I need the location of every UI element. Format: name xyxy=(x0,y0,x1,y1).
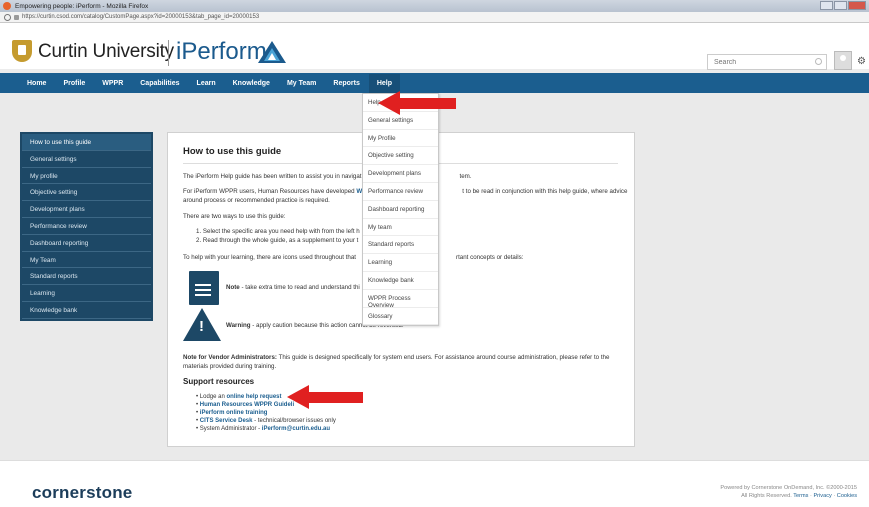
privacy-link[interactable]: Privacy xyxy=(813,493,831,499)
page-title: How to use this guide xyxy=(183,146,282,157)
search-icon[interactable] xyxy=(815,58,822,65)
warning-exclamation-icon: ! xyxy=(199,318,204,335)
sidebar-item-learning[interactable]: Learning xyxy=(22,285,151,302)
sidebar-item-my-profile[interactable]: My profile xyxy=(22,168,151,185)
nav-help[interactable]: Help xyxy=(368,73,401,93)
support-item: • System Administrator - iPerform@curtin… xyxy=(196,426,330,432)
cornerstone-logo[interactable]: cornerstone xyxy=(32,483,132,503)
note-legend: Note - take extra time to read and under… xyxy=(226,284,360,291)
way-1: 1. Select the specific area you need hel… xyxy=(196,228,360,235)
info-icon[interactable] xyxy=(4,13,11,21)
support-heading: Support resources xyxy=(183,377,255,386)
main-nav: Home Profile WPPR Capabilities Learn Kno… xyxy=(0,73,869,93)
university-name[interactable]: Curtin University xyxy=(38,41,174,63)
menu-item-development-plans[interactable]: Development plans xyxy=(363,165,438,183)
note-document-icon xyxy=(189,271,219,305)
search-input[interactable] xyxy=(707,54,827,70)
terms-link[interactable]: Terms xyxy=(793,493,808,499)
window-title: Empowering people: iPerform - Mozilla Fi… xyxy=(15,2,149,10)
sidebar-item-knowledge-bank[interactable]: Knowledge bank xyxy=(22,302,151,319)
menu-item-objective-setting[interactable]: Objective setting xyxy=(363,147,438,166)
red-arrow-icon xyxy=(378,91,456,115)
nav-my-team[interactable]: My Team xyxy=(287,80,316,87)
close-window-button[interactable] xyxy=(848,1,866,10)
address-bar[interactable]: https://curtin.csod.com/catalog/CustomPa… xyxy=(0,12,869,23)
avatar[interactable] xyxy=(834,51,852,70)
logo-divider xyxy=(168,40,169,66)
nav-reports[interactable]: Reports xyxy=(333,80,359,87)
hr-wppr-guidelines-link[interactable]: Human Resources WPPR Guideli xyxy=(200,402,294,408)
menu-item-my-team[interactable]: My team xyxy=(363,219,438,237)
sidebar-item-dashboard-reporting[interactable]: Dashboard reporting xyxy=(22,235,151,252)
menu-item-glossary[interactable]: Glossary xyxy=(363,308,438,326)
menu-item-knowledge-bank[interactable]: Knowledge bank xyxy=(363,272,438,290)
way-2: 2. Read through the whole guide, as a su… xyxy=(196,237,359,244)
cits-service-desk-link[interactable]: CITS Service Desk xyxy=(200,418,253,424)
nav-capabilities[interactable]: Capabilities xyxy=(140,80,179,87)
lock-icon xyxy=(14,14,19,20)
sidebar-item-my-team[interactable]: My Team xyxy=(22,252,151,269)
sidebar-item-general-settings[interactable]: General settings xyxy=(22,151,151,168)
cookies-link[interactable]: Cookies xyxy=(837,493,857,499)
menu-item-dashboard-reporting[interactable]: Dashboard reporting xyxy=(363,201,438,219)
nav-learn[interactable]: Learn xyxy=(197,80,216,87)
help-dropdown-menu: Help General settings My Profile Objecti… xyxy=(362,93,439,327)
iperform-training-link[interactable]: iPerform online training xyxy=(200,410,268,416)
menu-item-standard-reports[interactable]: Standard reports xyxy=(363,236,438,255)
nav-wppr[interactable]: WPPR xyxy=(102,80,123,87)
minimize-button[interactable] xyxy=(820,1,833,10)
icons-paragraph: To help with your learning, there are ic… xyxy=(183,254,524,261)
nav-knowledge[interactable]: Knowledge xyxy=(233,80,270,87)
wppr-paragraph-line2: around process or recommended practice i… xyxy=(183,197,330,204)
menu-item-my-profile[interactable]: My Profile xyxy=(363,130,438,148)
vendor-note-line2: materials provided during training. xyxy=(183,363,277,370)
nav-home[interactable]: Home xyxy=(27,80,46,87)
nav-profile[interactable]: Profile xyxy=(63,80,85,87)
ways-heading: There are two ways to use this guide: xyxy=(183,213,286,220)
sidebar-item-objective-setting[interactable]: Objective setting xyxy=(22,184,151,202)
menu-item-learning[interactable]: Learning xyxy=(363,254,438,272)
url-text[interactable]: https://curtin.csod.com/catalog/CustomPa… xyxy=(22,14,259,20)
footer-copyright: Powered by Cornerstone OnDemand, Inc. ©2… xyxy=(720,485,857,499)
firefox-icon xyxy=(3,2,11,10)
menu-item-wppr-process-overview[interactable]: WPPR Process Overview xyxy=(363,290,438,309)
red-arrow-icon xyxy=(287,385,363,409)
online-help-request-link[interactable]: online help request xyxy=(226,394,281,400)
help-sidebar: How to use this guide General settings M… xyxy=(20,132,153,321)
support-item: • iPerform online training xyxy=(196,410,268,416)
window-controls xyxy=(820,1,866,10)
sidebar-item-development-plans[interactable]: Development plans xyxy=(22,201,151,218)
app-name[interactable]: iPerform xyxy=(176,38,267,66)
sidebar-item-standard-reports[interactable]: Standard reports xyxy=(22,268,151,286)
browser-title-bar: Empowering people: iPerform - Mozilla Fi… xyxy=(0,0,869,12)
maximize-button[interactable] xyxy=(834,1,847,10)
gear-icon[interactable]: ⚙ xyxy=(857,56,866,67)
support-item: • CITS Service Desk - technical/browser … xyxy=(196,418,336,424)
university-shield-icon xyxy=(12,40,32,62)
menu-item-performance-review[interactable]: Performance review xyxy=(363,183,438,201)
sidebar-item-performance-review[interactable]: Performance review xyxy=(22,218,151,235)
support-item: • Human Resources WPPR Guideli xyxy=(196,402,295,408)
admin-email-link[interactable]: iPerform@curtin.edu.au xyxy=(262,426,330,432)
sidebar-item-how-to-use[interactable]: How to use this guide xyxy=(22,134,151,151)
iperform-mark-icon xyxy=(258,41,286,63)
vendor-note: Note for Vendor Administrators: This gui… xyxy=(183,354,610,361)
support-item: • Lodge an online help request xyxy=(196,394,282,400)
